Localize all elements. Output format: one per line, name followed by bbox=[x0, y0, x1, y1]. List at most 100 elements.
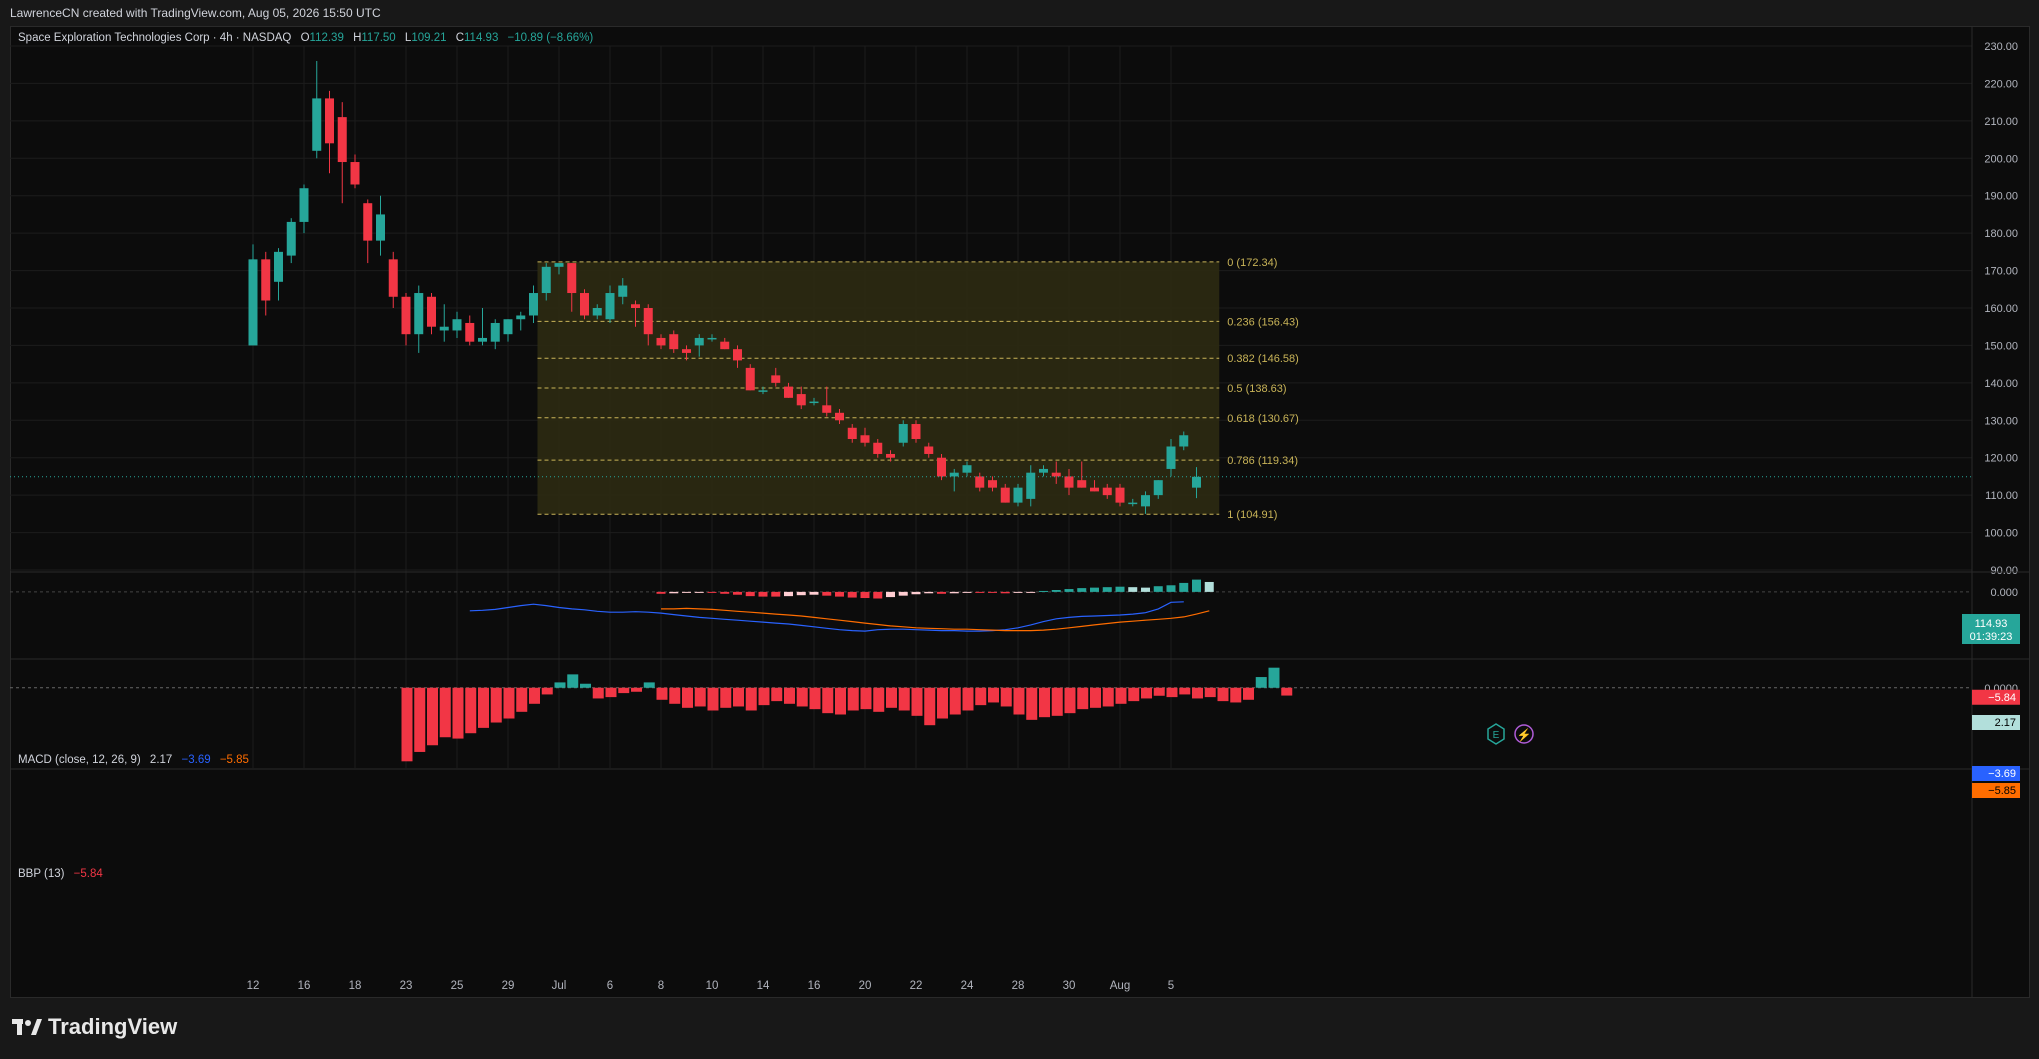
candle bbox=[248, 244, 258, 346]
bar-countdown: 01:39:23 bbox=[1970, 631, 2013, 643]
bbp-bar bbox=[1051, 687, 1063, 716]
macd-legend: MACD (close, 12, 26, 9) 2.17 −3.69 −5.85 bbox=[18, 754, 249, 766]
macd-hist-bar bbox=[809, 591, 819, 595]
bbp-bar bbox=[529, 687, 540, 704]
candle bbox=[261, 251, 271, 316]
bbp-bar bbox=[605, 687, 617, 698]
candle-body bbox=[452, 319, 462, 331]
candle-body bbox=[516, 315, 526, 320]
bbp-bar bbox=[1230, 687, 1242, 703]
candle-body bbox=[643, 308, 653, 335]
candle-body bbox=[886, 453, 895, 458]
bbp-bar bbox=[1039, 687, 1050, 718]
candle bbox=[745, 364, 755, 391]
candle bbox=[503, 319, 513, 342]
svg-text:⚡: ⚡ bbox=[1517, 728, 1532, 742]
bbp-bar bbox=[784, 687, 795, 704]
candle-body bbox=[784, 386, 793, 398]
candle-body bbox=[401, 296, 411, 335]
bbp-bar bbox=[962, 687, 974, 711]
bbp-axis-badge-label: −5.84 bbox=[1988, 692, 2016, 704]
candle-body bbox=[1115, 487, 1125, 503]
candle-body bbox=[1064, 476, 1074, 488]
candle-body bbox=[860, 435, 870, 443]
macd-hist-bar bbox=[1051, 590, 1061, 592]
bbp-title[interactable]: BBP (13) bbox=[18, 868, 65, 880]
candle-body bbox=[822, 405, 832, 413]
candle bbox=[478, 308, 487, 346]
candle-body bbox=[1153, 480, 1163, 496]
legend-close-value: 114.93 bbox=[464, 32, 498, 44]
chart-svg[interactable]: 0 (172.34) 0.236 (156.43) 0.382 (146.58) 0.… bbox=[10, 26, 2030, 998]
bbp-bar bbox=[580, 683, 591, 688]
candle-body bbox=[1166, 446, 1176, 469]
macd-hist-bar bbox=[1192, 579, 1201, 592]
macd-hist-bar bbox=[682, 591, 691, 593]
chart-attribution: LawrenceCN created with TradingView.com,… bbox=[10, 6, 381, 20]
price-tick-label: 180.00 bbox=[1984, 228, 2018, 240]
candle-body bbox=[809, 401, 819, 404]
candle bbox=[580, 289, 589, 320]
price-tick-label: 120.00 bbox=[1984, 453, 2018, 465]
macd-hist-bar bbox=[962, 591, 972, 593]
candle-body bbox=[274, 251, 283, 282]
macd-hist-bar bbox=[1204, 581, 1214, 592]
candle-body bbox=[248, 259, 258, 346]
bbp-bar bbox=[554, 682, 566, 688]
candle-body bbox=[592, 308, 602, 316]
footer-brand[interactable]: TradingView bbox=[12, 1014, 177, 1040]
macd-hist-bar bbox=[1013, 591, 1023, 593]
candle-body bbox=[299, 188, 309, 222]
macd-hist-value: 2.17 bbox=[150, 754, 172, 766]
legend-row: Space Exploration Technologies Corp · 4h… bbox=[18, 32, 593, 44]
candle bbox=[529, 285, 538, 323]
macd-hist-bar bbox=[1102, 587, 1112, 592]
macd-hist-bar bbox=[860, 591, 870, 599]
bbp-bar bbox=[618, 687, 630, 694]
time-tick-label: 16 bbox=[808, 980, 821, 992]
macd-hist-bar bbox=[733, 591, 742, 595]
price-tick-label: 140.00 bbox=[1984, 378, 2018, 390]
candle-body bbox=[962, 465, 972, 473]
price-tick-label: 170.00 bbox=[1984, 266, 2018, 278]
candle-body bbox=[720, 341, 730, 350]
price-tick-label: 100.00 bbox=[1984, 528, 2018, 540]
candle-body bbox=[1102, 487, 1112, 496]
candle-body bbox=[1013, 487, 1023, 503]
legend-high-label: H bbox=[353, 32, 361, 44]
candle-body bbox=[618, 285, 628, 297]
bbp-bar bbox=[835, 687, 846, 715]
macd-hist-bar bbox=[847, 591, 857, 598]
bbp-bar bbox=[682, 687, 693, 708]
bbp-bar bbox=[1179, 687, 1191, 695]
earnings-icon[interactable]: E bbox=[1487, 723, 1505, 745]
bbp-bar bbox=[1217, 687, 1229, 702]
legend-open-value: 112.39 bbox=[310, 32, 344, 44]
candle-body bbox=[937, 457, 946, 477]
macd-signal-line bbox=[661, 607, 1210, 632]
bbp-value: −5.84 bbox=[74, 868, 104, 880]
bbp-bar bbox=[988, 687, 999, 703]
legend-symbol[interactable]: Space Exploration Technologies Corp · 4h… bbox=[18, 32, 291, 44]
price-tick-label: 150.00 bbox=[1984, 340, 2018, 352]
macd-title[interactable]: MACD (close, 12, 26, 9) bbox=[18, 754, 141, 766]
svg-text:E: E bbox=[1493, 730, 1500, 741]
candle-body bbox=[796, 394, 806, 406]
time-tick-label: 10 bbox=[706, 980, 719, 992]
bbp-bar bbox=[1128, 687, 1140, 702]
candle-body bbox=[733, 349, 742, 361]
candle bbox=[452, 311, 462, 338]
price-tick-label: 190.00 bbox=[1984, 191, 2018, 203]
price-tick-label: 160.00 bbox=[1984, 303, 2018, 315]
macd-hist-bar bbox=[949, 591, 959, 594]
candle-body bbox=[1179, 435, 1189, 447]
time-tick-label: 25 bbox=[451, 980, 464, 992]
bbp-bar bbox=[516, 687, 528, 712]
bbp-bar bbox=[694, 687, 706, 707]
candle bbox=[439, 304, 449, 342]
macd-hist-bar bbox=[1000, 591, 1010, 594]
legend-high-value: 117.50 bbox=[361, 32, 395, 44]
candle-body bbox=[529, 293, 538, 316]
lightning-icon[interactable]: ⚡ bbox=[1514, 724, 1534, 744]
candle-body bbox=[835, 412, 844, 421]
